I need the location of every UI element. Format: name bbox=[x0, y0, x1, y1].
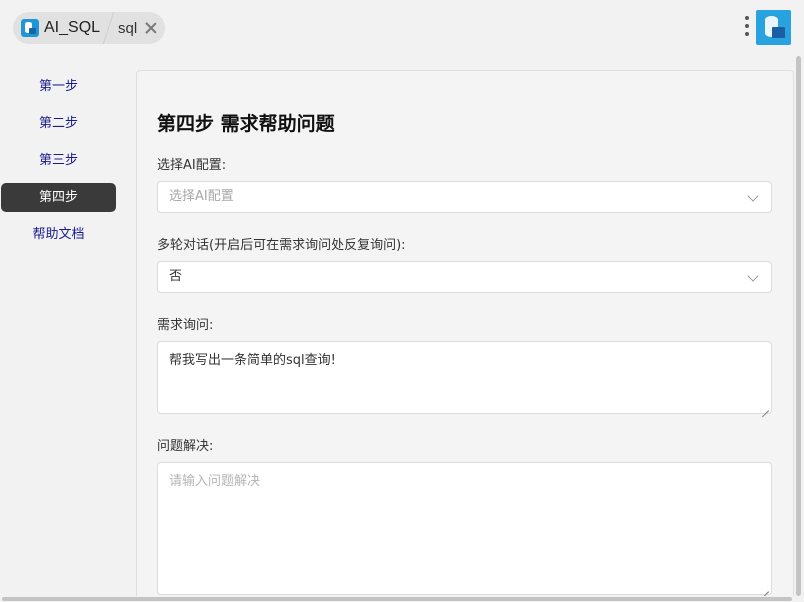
app-logo-icon bbox=[21, 19, 39, 37]
sidebar-item-step-4[interactable]: 第四步 bbox=[1, 183, 116, 212]
main-panel: 第四步 需求帮助问题 选择AI配置: 选择AI配置 多轮对话(开启后可在需求询问… bbox=[136, 70, 794, 602]
multi-turn-select[interactable]: 否 bbox=[157, 261, 772, 293]
top-bar: AI_SQL sql bbox=[0, 0, 804, 56]
ai-config-select[interactable]: 选择AI配置 bbox=[157, 181, 772, 213]
vertical-scrollbar-thumb[interactable] bbox=[796, 56, 801, 596]
query-textarea[interactable]: 帮我写出一条简单的sql查询! bbox=[157, 341, 772, 414]
sidebar: 第一步 第二步 第三步 第四步 帮助文档 bbox=[0, 72, 120, 257]
resize-handle-icon[interactable] bbox=[762, 585, 769, 592]
ai-config-label: 选择AI配置: bbox=[157, 158, 227, 173]
multi-turn-label: 多轮对话(开启后可在需求询问处反复询问): bbox=[157, 238, 406, 253]
chevron-down-icon bbox=[747, 270, 759, 282]
query-text: 帮我写出一条简单的sql查询! bbox=[169, 353, 336, 368]
sidebar-item-step-1[interactable]: 第一步 bbox=[1, 72, 116, 101]
close-icon[interactable] bbox=[145, 22, 157, 34]
tab-sql[interactable]: sql bbox=[118, 12, 157, 44]
tab-ai-sql[interactable]: AI_SQL bbox=[21, 12, 108, 44]
tab-strip: AI_SQL sql bbox=[13, 12, 166, 44]
page-title: 第四步 需求帮助问题 bbox=[157, 113, 335, 135]
chevron-down-icon bbox=[747, 190, 759, 202]
solution-label: 问题解决: bbox=[157, 439, 214, 454]
vertical-scrollbar[interactable] bbox=[794, 56, 804, 596]
tab-sql-label: sql bbox=[118, 19, 138, 37]
tab-ai-sql-label: AI_SQL bbox=[44, 19, 101, 36]
multi-turn-value: 否 bbox=[169, 269, 183, 284]
solution-placeholder: 请输入问题解决 bbox=[169, 474, 261, 489]
horizontal-scrollbar-thumb[interactable] bbox=[2, 597, 792, 601]
more-vertical-icon[interactable] bbox=[744, 16, 750, 40]
solution-textarea[interactable]: 请输入问题解决 bbox=[157, 462, 772, 595]
sidebar-item-help-docs[interactable]: 帮助文档 bbox=[1, 220, 116, 249]
sidebar-item-step-3[interactable]: 第三步 bbox=[1, 146, 116, 175]
sidebar-item-step-2[interactable]: 第二步 bbox=[1, 109, 116, 138]
database-brand-icon[interactable] bbox=[756, 10, 791, 45]
query-label: 需求询问: bbox=[157, 318, 214, 333]
ai-config-placeholder: 选择AI配置 bbox=[169, 189, 234, 204]
horizontal-scrollbar[interactable] bbox=[0, 596, 804, 602]
resize-handle-icon[interactable] bbox=[762, 404, 769, 411]
